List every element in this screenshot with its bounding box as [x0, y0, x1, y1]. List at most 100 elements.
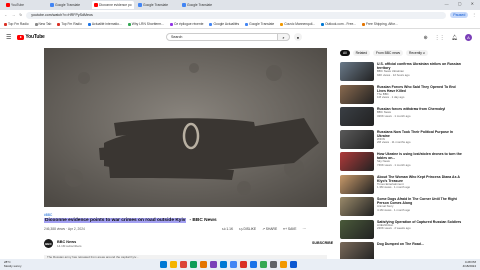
- recommended-video-meta: 326K views · 1 month ago: [377, 113, 411, 118]
- bookmark-label: Couvic Mannenquil...: [284, 22, 316, 26]
- notifications-bell-icon[interactable]: 🔔︎: [452, 35, 458, 41]
- more-actions-icon[interactable]: ⋯: [302, 227, 305, 231]
- browser-tab[interactable]: Google Translate: [180, 1, 222, 9]
- recommended-video[interactable]: How Ukraine is using lost/stolen drones …: [340, 152, 464, 172]
- window-controls[interactable]: — ▢ ✕: [445, 1, 478, 6]
- like-button[interactable]: 👍︎ 1.1K: [222, 227, 233, 231]
- menu-kebab-icon[interactable]: ⋮: [472, 13, 476, 17]
- browser-tab[interactable]: Google Translate: [48, 1, 90, 9]
- taskbar-apps: [160, 261, 297, 268]
- back-icon[interactable]: ←: [4, 13, 8, 17]
- taskbar-app-icon[interactable]: [230, 261, 237, 268]
- taskbar-app-icon[interactable]: [160, 261, 167, 268]
- recommended-video-text: Some Dogs Afraid In The Corner Until The…: [377, 197, 464, 217]
- reload-icon[interactable]: ↻: [19, 13, 22, 17]
- taskbar-app-icon[interactable]: [220, 261, 227, 268]
- taskbar-app-icon[interactable]: [280, 261, 287, 268]
- bookmark-favicon-icon: [169, 22, 173, 26]
- video-thumbnail[interactable]: [340, 62, 374, 81]
- video-thumbnail[interactable]: [340, 84, 374, 104]
- system-clock[interactable]: 4:28 PM 4/18/2024: [463, 260, 476, 268]
- bookmark-item[interactable]: Google Actualités: [209, 22, 239, 26]
- video-thumbnail[interactable]: [340, 174, 374, 194]
- video-thumbnail[interactable]: [340, 197, 374, 216]
- taskbar-app-icon[interactable]: [240, 261, 247, 268]
- bookmark-item[interactable]: Google Translate: [245, 22, 274, 26]
- dislike-button[interactable]: 👎︎ DISLIKE: [239, 227, 256, 231]
- voice-search-button[interactable]: ●: [294, 33, 302, 41]
- hamburger-menu-icon[interactable]: ☰: [6, 34, 11, 41]
- recommended-video[interactable]: Russian forces withdraw from Chernobyl BB…: [340, 107, 464, 127]
- bookmark-item[interactable]: Free Shipping, Affor...: [362, 22, 398, 26]
- taskbar-app-icon[interactable]: [200, 261, 207, 268]
- taskbar-app-icon[interactable]: [210, 261, 217, 268]
- video-thumbnail[interactable]: [340, 219, 374, 239]
- recommended-video[interactable]: Russian Forces Who Said They Opened To E…: [340, 84, 464, 105]
- taskbar-app-icon[interactable]: [180, 261, 187, 268]
- forward-icon[interactable]: →: [12, 13, 16, 17]
- youtube-logo[interactable]: YouTube: [17, 34, 45, 40]
- url-text: youtube.com/watch?v=HRFPySdMeos: [31, 13, 93, 17]
- bookmark-item[interactable]: Outlook.com - Free...: [321, 22, 356, 26]
- browser-tab[interactable]: Dioxonne evidence po: [92, 1, 134, 9]
- bookmark-item[interactable]: New Tab: [34, 22, 51, 26]
- recommended-video[interactable]: Russians Now Took Their Political Purpos…: [340, 129, 464, 150]
- taskbar-app-icon[interactable]: [270, 261, 277, 268]
- recommended-video-text: U.S. official confirms Ukrainian strikes…: [377, 62, 464, 82]
- share-label: SHARE: [265, 227, 278, 231]
- bookmark-item[interactable]: Actualité internatio...: [87, 22, 122, 26]
- recommended-video[interactable]: U.S. official confirms Ukrainian strikes…: [340, 62, 464, 82]
- share-button[interactable]: ↗ SHARE: [262, 227, 277, 231]
- taskbar-app-icon[interactable]: [290, 261, 297, 268]
- search-input[interactable]: Search: [166, 33, 290, 41]
- taskbar-app-icon[interactable]: [260, 261, 267, 268]
- filter-chip[interactable]: All: [340, 50, 350, 56]
- account-avatar[interactable]: A: [465, 34, 472, 41]
- bookmark-item[interactable]: Top Fm Radio: [57, 22, 82, 26]
- filter-chip[interactable]: Related: [352, 50, 371, 56]
- bookmark-label: Top Fm Radio: [61, 22, 82, 26]
- apps-grid-icon[interactable]: ⋮⋮: [435, 35, 445, 41]
- channel-avatar[interactable]: BBC: [44, 239, 53, 248]
- video-views-date: 246,388 views · Apr 2, 2024: [44, 227, 85, 231]
- recommended-video[interactable]: Some Dogs Afraid In The Corner Until The…: [340, 197, 464, 217]
- taskbar-app-icon[interactable]: [250, 261, 257, 268]
- tab-label: Dioxonne evidence po: [99, 3, 132, 7]
- recommended-video[interactable]: Satisfying Operation of Captured Russian…: [340, 219, 464, 240]
- browser-tab[interactable]: YouTube: [4, 1, 46, 9]
- bookmark-label: Free Shipping, Affor...: [366, 22, 398, 26]
- bookmark-item[interactable]: Top Fm Radio: [4, 22, 29, 26]
- tab-label: Google Translate: [143, 3, 169, 7]
- bookmark-item[interactable]: Why LRN Shortterm...: [127, 22, 164, 26]
- recommended-video-title: Dog Dumped on The Road...: [377, 242, 424, 246]
- save-button[interactable]: ≡+ SAVE: [283, 227, 296, 231]
- video-player[interactable]: [44, 48, 327, 207]
- paused-profile-button[interactable]: Paused: [450, 12, 469, 18]
- bookmark-item[interactable]: Couvic Mannenquil...: [280, 22, 315, 26]
- bookmark-favicon-icon: [87, 22, 91, 26]
- video-thumbnail[interactable]: [340, 107, 374, 126]
- search-input-text: Search: [171, 35, 183, 39]
- subscribe-button[interactable]: SUBSCRIBE: [312, 241, 333, 245]
- video-hashtag[interactable]: #BBC: [44, 213, 52, 217]
- recommended-video-title: How Ukraine is using lost/stolen drones …: [377, 152, 462, 160]
- tab-favicon-icon: [6, 3, 10, 7]
- browser-tab[interactable]: Google Translate: [136, 1, 178, 9]
- filter-chip[interactable]: Recently u: [406, 50, 428, 56]
- taskbar-app-icon[interactable]: [190, 261, 197, 268]
- search-button[interactable]: ⌕: [277, 33, 290, 41]
- video-thumbnail[interactable]: [340, 152, 374, 171]
- video-thumbnail[interactable]: [340, 129, 374, 149]
- weather-widget[interactable]: 28°C Mostly sunny: [4, 260, 22, 268]
- video-title-text: Dioxonne evidence points to war crimes o…: [44, 218, 187, 223]
- bookmark-label: Why LRN Shortterm...: [131, 22, 164, 26]
- bookmark-favicon-icon: [362, 22, 366, 26]
- url-field[interactable]: youtube.com/watch?v=HRFPySdMeos: [26, 11, 447, 19]
- recommended-video-text: About The Woman Who Kept Princess Diana …: [377, 175, 464, 195]
- create-video-icon[interactable]: ⊕: [423, 35, 427, 41]
- bookmark-label: Actualité internatio...: [91, 22, 122, 26]
- recommended-video[interactable]: About The Woman Who Kept Princess Diana …: [340, 174, 464, 195]
- bookmark-item[interactable]: Ce épilogue récente: [169, 22, 203, 26]
- taskbar-app-icon[interactable]: [170, 261, 177, 268]
- filter-chip[interactable]: From BBC news: [373, 50, 404, 56]
